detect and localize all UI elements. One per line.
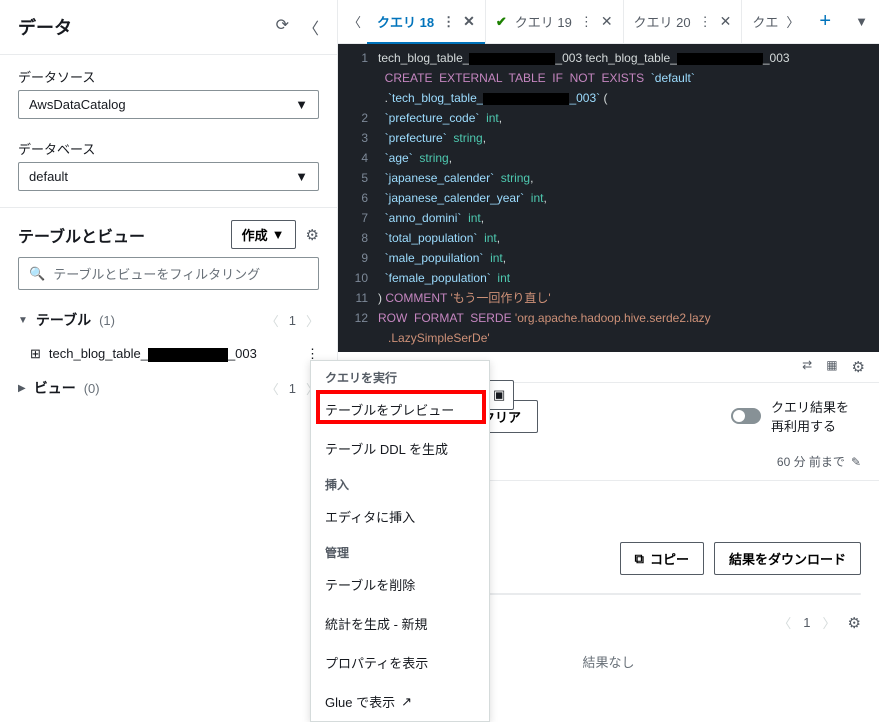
datasource-select[interactable]: AwsDataCatalog ▼ [18,90,319,119]
layout-icon[interactable]: ▦ [826,358,837,376]
tables-count: (1) [99,313,115,328]
page-number: 1 [289,381,296,396]
menu-insert-editor[interactable]: エディタに挿入 [311,497,489,536]
external-icon: ↗ [401,694,412,710]
tab-menu-icon[interactable]: ▼ [845,14,878,29]
prev-page-icon[interactable]: 〈 [778,613,791,632]
kebab-icon[interactable]: ⋮ [580,14,593,30]
reuse-label: クエリ結果を再利用する [771,397,861,435]
copy-button[interactable]: ⧉ コピー [620,542,704,575]
gear-icon[interactable]: ⚙ [306,226,319,244]
kebab-icon[interactable]: ⋮ [699,14,712,30]
tables-label: テーブル [36,310,91,330]
views-count: (0) [84,381,100,396]
expand-icon[interactable]: ⊞ [30,346,41,362]
tab-query-21[interactable]: クエ [742,0,780,43]
table-name: tech_blog_table__003 [49,346,257,362]
prev-page-icon: 〈 [266,379,279,398]
page-number: 1 [803,615,810,630]
close-icon[interactable]: ✕ [720,13,732,30]
tab-query-19[interactable]: ✔ クエリ 19 ⋮ ✕ [486,0,624,43]
page-number: 1 [289,313,296,328]
format-icon[interactable]: ⇄ [802,358,812,376]
edit-icon[interactable]: ✎ [851,455,861,469]
database-label: データベース [18,139,319,158]
refresh-icon[interactable]: ⟳ [276,15,289,39]
add-tab-button[interactable]: + [805,10,845,33]
gear-icon[interactable]: ⚙ [852,358,865,376]
views-label: ビュー [34,378,76,398]
kebab-icon[interactable]: ⋮ [442,14,455,30]
menu-section-manage: 管理 [311,536,489,565]
datasource-value: AwsDataCatalog [29,97,126,112]
tabs-bar: 〈 クエリ 18 ⋮ ✕ ✔ クエリ 19 ⋮ ✕ クエリ 20 ⋮ ✕ クエ … [338,0,879,44]
caret-down-icon: ▼ [295,97,308,112]
sidebar: データ ⟳ 〈 データソース AwsDataCatalog ▼ データベース d… [0,0,338,664]
sidebar-title: データ [18,14,72,40]
download-button[interactable]: 結果をダウンロード [714,542,861,575]
menu-section-run: クエリを実行 [311,361,489,390]
caret-right-icon[interactable]: ▶ [18,383,26,394]
database-value: default [29,169,68,184]
tables-views-title: テーブルとビュー [18,223,145,247]
filter-input[interactable]: 🔍 テーブルとビューをフィルタリング [18,257,319,290]
scroll-right-icon[interactable]: 〉 [780,12,805,31]
caret-down-icon: ▼ [295,169,308,184]
menu-preview-table[interactable]: テーブルをプレビュー [311,390,489,429]
table-row[interactable]: ⊞ tech_blog_table__003 ⋮ [0,338,337,370]
caret-down-icon: ▼ [272,227,285,242]
copy-icon: ⧉ [635,551,644,567]
reuse-toggle[interactable] [731,408,761,424]
collapse-icon[interactable]: 〈 [303,15,319,39]
search-icon: 🔍 [29,266,45,282]
menu-show-properties[interactable]: プロパティを表示 [311,643,489,682]
next-page-icon[interactable]: 〉 [823,613,836,632]
prev-page-icon: 〈 [266,311,279,330]
menu-section-insert: 挿入 [311,468,489,497]
menu-delete-table[interactable]: テーブルを削除 [311,565,489,604]
database-select[interactable]: default ▼ [18,162,319,191]
caret-down-icon[interactable]: ▼ [18,315,28,326]
next-page-icon: 〉 [306,311,319,330]
tab-query-20[interactable]: クエリ 20 ⋮ ✕ [624,0,743,43]
gear-icon[interactable]: ⚙ [848,614,861,632]
scroll-left-icon[interactable]: 〈 [342,12,367,31]
menu-generate-ddl[interactable]: テーブル DDL を生成 [311,429,489,468]
tab-query-18[interactable]: クエリ 18 ⋮ ✕ [367,0,486,43]
time-limit: 60 分 前まで [777,453,845,470]
datasource-label: データソース [18,67,319,86]
context-menu: クエリを実行 テーブルをプレビュー テーブル DDL を生成 挿入 エディタに挿… [310,360,490,722]
menu-generate-stats[interactable]: 統計を生成 - 新規 [311,604,489,643]
close-icon[interactable]: ✕ [463,13,475,30]
create-button[interactable]: 作成 ▼ [231,220,296,249]
success-icon: ✔ [496,14,507,30]
menu-view-in-glue[interactable]: Glue で表示 ↗ [311,682,489,721]
filter-placeholder: テーブルとビューをフィルタリング [53,264,260,283]
code-editor[interactable]: 1tech_blog_table__003 tech_blog_table__0… [338,44,879,352]
close-icon[interactable]: ✕ [601,13,613,30]
